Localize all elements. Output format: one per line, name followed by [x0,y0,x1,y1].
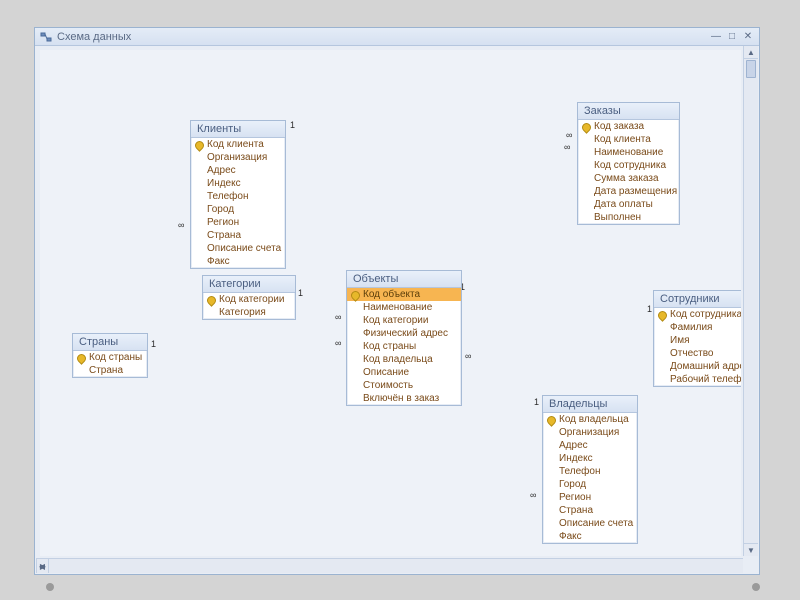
horizontal-scrollbar[interactable]: ◀ ▶ [36,558,743,573]
table-header[interactable]: Сотрудники [654,291,741,308]
field-pk-selected[interactable]: Код объекта [347,288,461,301]
field[interactable]: Выполнен [578,211,679,224]
table-header[interactable]: Заказы [578,103,679,120]
scroll-right-icon[interactable]: ▶ [36,559,49,573]
vertical-scrollbar[interactable]: ▲ ▼ [743,46,758,556]
field-pk[interactable]: Код клиента [191,138,285,151]
field[interactable]: Код страны [347,340,461,353]
field-pk[interactable]: Код владельца [543,413,637,426]
svg-text:1: 1 [290,120,295,130]
field[interactable]: Адрес [191,164,285,177]
field[interactable]: Код владельца [347,353,461,366]
field[interactable]: Факс [543,530,637,543]
table-clients[interactable]: Клиенты Код клиента Организация Адрес Ин… [190,120,286,269]
field[interactable]: Страна [191,229,285,242]
field[interactable]: Сумма заказа [578,172,679,185]
close-button[interactable]: ✕ [741,31,755,43]
field[interactable]: Физический адрес [347,327,461,340]
field[interactable]: Регион [543,491,637,504]
field-pk[interactable]: Код заказа [578,120,679,133]
field[interactable]: Рабочий телефон [654,373,741,386]
field[interactable]: Страна [73,364,147,377]
field[interactable]: Регион [191,216,285,229]
window-title: Схема данных [57,31,707,43]
relationships-icon [39,30,53,44]
field[interactable]: Факс [191,255,285,268]
field[interactable]: Включён в заказ [347,392,461,405]
svg-text:1: 1 [647,304,652,314]
field-pk[interactable]: Код категории [203,293,295,306]
field[interactable]: Стоимость [347,379,461,392]
svg-text:∞: ∞ [465,351,471,361]
table-countries[interactable]: Страны Код страны Страна [72,333,148,378]
svg-text:∞: ∞ [335,312,341,322]
table-objects[interactable]: Объекты Код объекта Наименование Код кат… [346,270,462,406]
field[interactable]: Телефон [191,190,285,203]
status-dot [46,583,54,591]
table-header[interactable]: Клиенты [191,121,285,138]
table-header[interactable]: Страны [73,334,147,351]
field[interactable]: Код сотрудника [578,159,679,172]
field[interactable]: Код категории [347,314,461,327]
field[interactable]: Описание [347,366,461,379]
svg-text:∞: ∞ [530,490,536,500]
field[interactable]: Организация [543,426,637,439]
scroll-down-icon[interactable]: ▼ [744,543,758,556]
table-owners[interactable]: Владельцы Код владельца Организация Адре… [542,395,638,544]
table-orders[interactable]: Заказы Код заказа Код клиента Наименован… [577,102,680,225]
field[interactable]: Описание счета [191,242,285,255]
table-header[interactable]: Владельцы [543,396,637,413]
field[interactable]: Адрес [543,439,637,452]
field-pk[interactable]: Код страны [73,351,147,364]
field[interactable]: Имя [654,334,741,347]
table-header[interactable]: Категории [203,276,295,293]
relationships-window: Схема данных — □ ✕ 1 ∞ ∞ 1 ∞ 1 1 ∞ 1 [34,27,760,575]
field[interactable]: Наименование [347,301,461,314]
field[interactable]: Город [543,478,637,491]
field-pk[interactable]: Код сотрудника [654,308,741,321]
svg-text:∞: ∞ [564,142,570,152]
field[interactable]: Фамилия [654,321,741,334]
svg-text:∞: ∞ [566,130,572,140]
field[interactable]: Индекс [543,452,637,465]
diagram-canvas[interactable]: 1 ∞ ∞ 1 ∞ 1 1 ∞ 1 ∞ 1 ∞ ∞ [40,50,741,556]
field[interactable]: Дата оплаты [578,198,679,211]
svg-text:1: 1 [151,339,156,349]
minimize-button[interactable]: — [709,31,723,43]
field[interactable]: Дата размещения [578,185,679,198]
svg-text:∞: ∞ [335,338,341,348]
table-categories[interactable]: Категории Код категории Категория [202,275,296,320]
scroll-up-icon[interactable]: ▲ [744,46,758,59]
table-employees[interactable]: Сотрудники Код сотрудника Фамилия Имя От… [653,290,741,387]
field[interactable]: Домашний адрес [654,360,741,373]
svg-text:1: 1 [298,288,303,298]
field[interactable]: Индекс [191,177,285,190]
status-dot [752,583,760,591]
titlebar[interactable]: Схема данных — □ ✕ [35,28,759,46]
field[interactable]: Отчество [654,347,741,360]
field[interactable]: Наименование [578,146,679,159]
field[interactable]: Категория [203,306,295,319]
scroll-thumb[interactable] [746,60,756,78]
svg-text:1: 1 [534,397,539,407]
field[interactable]: Страна [543,504,637,517]
table-header[interactable]: Объекты [347,271,461,288]
field[interactable]: Телефон [543,465,637,478]
field[interactable]: Код клиента [578,133,679,146]
svg-text:∞: ∞ [178,220,184,230]
maximize-button[interactable]: □ [725,31,739,43]
field[interactable]: Город [191,203,285,216]
field[interactable]: Описание счета [543,517,637,530]
field[interactable]: Организация [191,151,285,164]
